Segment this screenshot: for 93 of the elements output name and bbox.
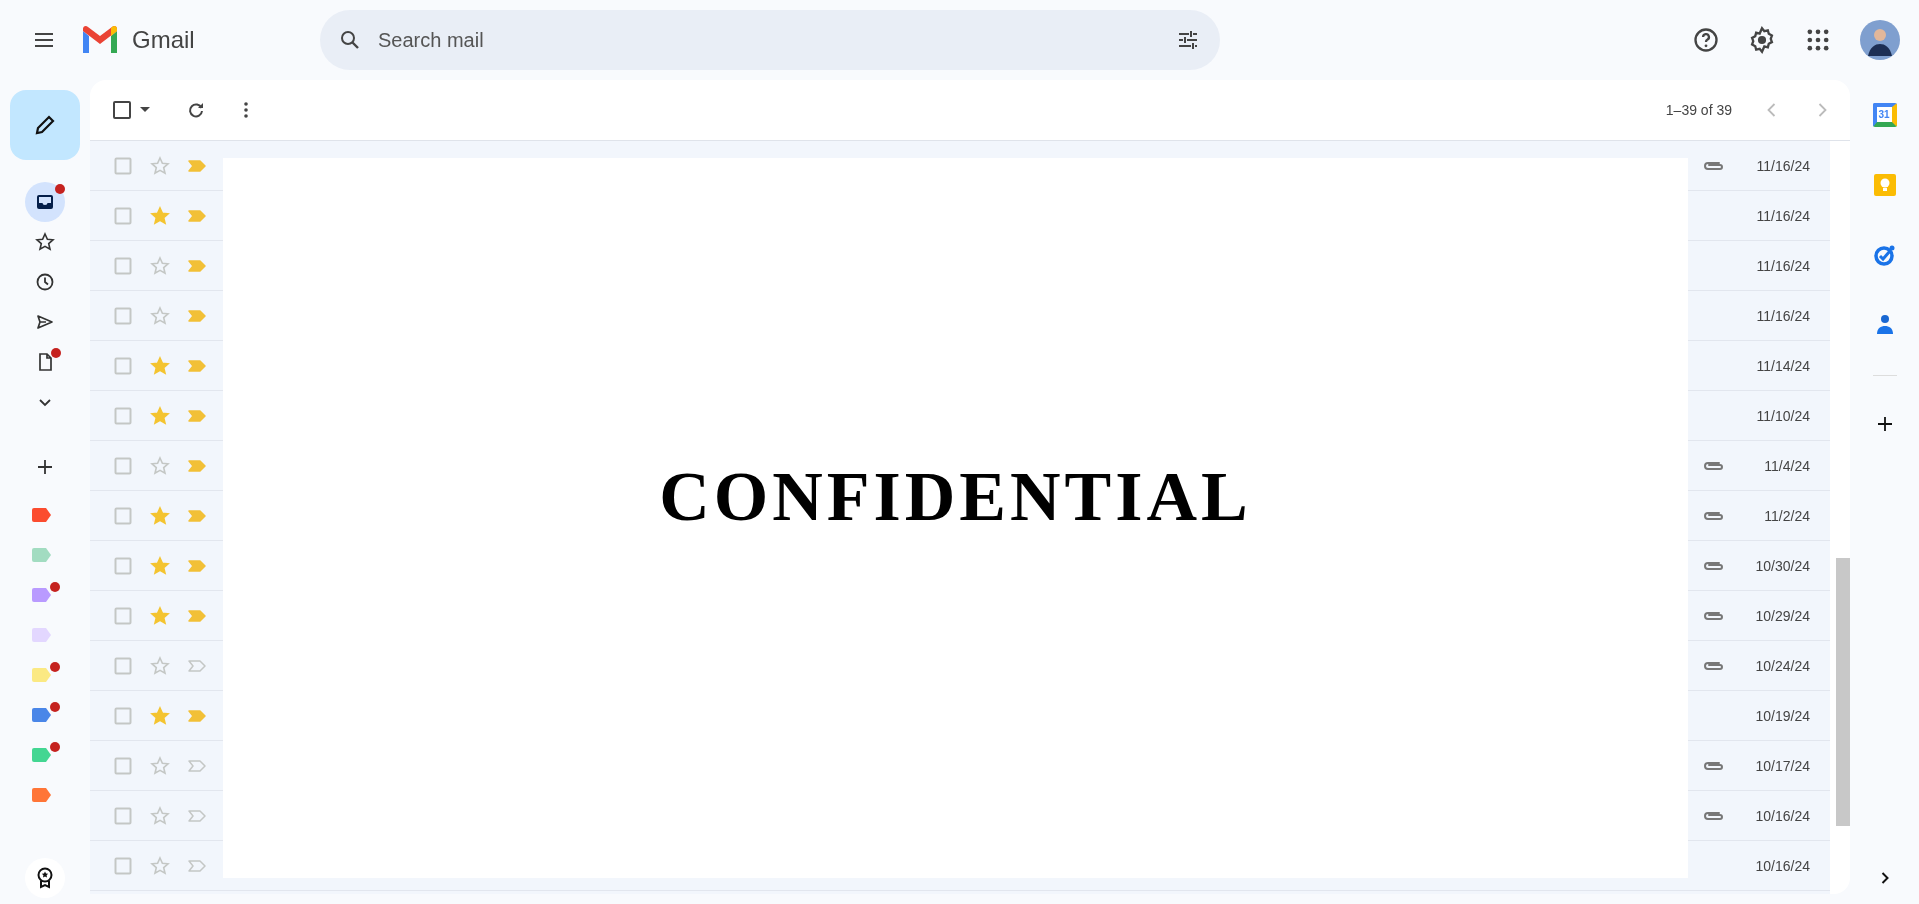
send-icon [35, 312, 55, 332]
label-icon[interactable] [32, 788, 52, 802]
importance-marker-icon[interactable] [188, 559, 206, 572]
importance-marker-icon[interactable] [188, 509, 206, 522]
label-icon[interactable] [32, 748, 52, 762]
row-checkbox[interactable] [114, 756, 132, 775]
nav-item[interactable] [25, 182, 65, 222]
importance-marker-icon[interactable] [188, 759, 206, 772]
star-icon[interactable] [150, 805, 170, 826]
scrollbar-thumb[interactable] [1836, 558, 1850, 826]
importance-marker-icon[interactable] [188, 159, 206, 172]
email-date: 10/24/24 [1754, 657, 1810, 674]
label-icon[interactable] [32, 508, 52, 522]
compose-button[interactable] [10, 90, 80, 160]
filter-icon[interactable] [1176, 28, 1200, 52]
tasks-icon[interactable] [1872, 243, 1897, 267]
importance-marker-icon[interactable] [188, 459, 206, 472]
row-checkbox[interactable] [114, 406, 132, 425]
plus-icon[interactable] [35, 457, 55, 477]
importance-marker-icon[interactable] [188, 309, 206, 322]
row-checkbox[interactable] [114, 856, 132, 875]
email-date: 11/10/24 [1755, 407, 1810, 424]
row-checkbox[interactable] [114, 356, 132, 375]
star-icon[interactable] [150, 555, 170, 576]
star-icon[interactable] [150, 705, 170, 726]
row-checkbox[interactable] [114, 156, 132, 175]
star-icon [35, 232, 55, 252]
refresh-icon[interactable] [186, 100, 206, 120]
inbox-icon [35, 192, 55, 212]
row-checkbox[interactable] [114, 256, 132, 275]
row-checkbox[interactable] [114, 656, 132, 675]
calendar-icon[interactable]: 31 [1872, 103, 1897, 127]
gmail-logo-icon[interactable] [80, 25, 120, 55]
star-icon[interactable] [150, 505, 170, 526]
settings-icon[interactable] [1748, 26, 1776, 54]
page-range: 1–39 of 39 [1665, 102, 1732, 118]
clock-icon [35, 272, 55, 292]
star-icon[interactable] [150, 405, 170, 426]
label-icon[interactable] [32, 548, 52, 562]
search-bar[interactable]: Search mail [320, 10, 1220, 70]
star-icon[interactable] [150, 855, 170, 876]
star-icon[interactable] [150, 255, 170, 276]
star-icon[interactable] [150, 305, 170, 326]
row-checkbox[interactable] [114, 606, 132, 625]
star-icon[interactable] [150, 605, 170, 626]
award-button[interactable] [25, 858, 65, 898]
caret-icon[interactable] [140, 107, 150, 113]
star-icon[interactable] [150, 655, 170, 676]
email-date: 11/16/24 [1755, 257, 1810, 274]
avatar[interactable] [1860, 20, 1900, 60]
star-icon[interactable] [150, 155, 170, 176]
email-date: 10/16/24 [1754, 807, 1810, 824]
importance-marker-icon[interactable] [188, 359, 206, 372]
row-checkbox[interactable] [114, 306, 132, 325]
importance-marker-icon[interactable] [188, 659, 206, 672]
row-checkbox[interactable] [114, 556, 132, 575]
email-date: 10/29/24 [1754, 607, 1810, 624]
email-date: 10/19/24 [1754, 707, 1810, 724]
importance-marker-icon[interactable] [188, 809, 206, 822]
importance-marker-icon[interactable] [188, 259, 206, 272]
importance-marker-icon[interactable] [188, 409, 206, 422]
label-icon[interactable] [32, 588, 52, 602]
star-icon[interactable] [150, 755, 170, 776]
row-checkbox[interactable] [114, 806, 132, 825]
email-date: 10/16/24 [1754, 857, 1810, 874]
star-icon[interactable] [150, 355, 170, 376]
email-date: 11/16/24 [1755, 207, 1810, 224]
label-icon[interactable] [32, 708, 52, 722]
row-checkbox[interactable] [114, 706, 132, 725]
pencil-icon [33, 113, 57, 137]
select-checkbox[interactable] [112, 100, 132, 120]
importance-marker-icon[interactable] [188, 709, 206, 722]
star-icon[interactable] [150, 205, 170, 226]
redaction-text: CONFIDENTIAL [659, 457, 1252, 537]
row-checkbox[interactable] [114, 506, 132, 525]
importance-marker-icon[interactable] [188, 859, 206, 872]
star-icon[interactable] [150, 455, 170, 476]
calendar-day: 31 [1878, 109, 1890, 120]
email-date: 11/2/24 [1763, 507, 1810, 524]
help-icon[interactable] [1692, 26, 1720, 54]
search-field[interactable]: Search mail [376, 27, 1162, 53]
email-date: 11/16/24 [1755, 157, 1810, 174]
email-date: 11/4/24 [1763, 457, 1810, 474]
email-date: 11/14/24 [1755, 357, 1810, 374]
importance-marker-icon[interactable] [188, 609, 206, 622]
importance-marker-icon[interactable] [188, 209, 206, 222]
note-icon[interactable] [1872, 173, 1897, 197]
email-date: 11/16/24 [1755, 307, 1810, 324]
email-date: 10/30/24 [1754, 557, 1810, 574]
app-name: Gmail [132, 26, 195, 54]
row-checkbox[interactable] [114, 206, 132, 225]
email-date: 10/17/24 [1754, 757, 1810, 774]
row-checkbox[interactable] [114, 456, 132, 475]
